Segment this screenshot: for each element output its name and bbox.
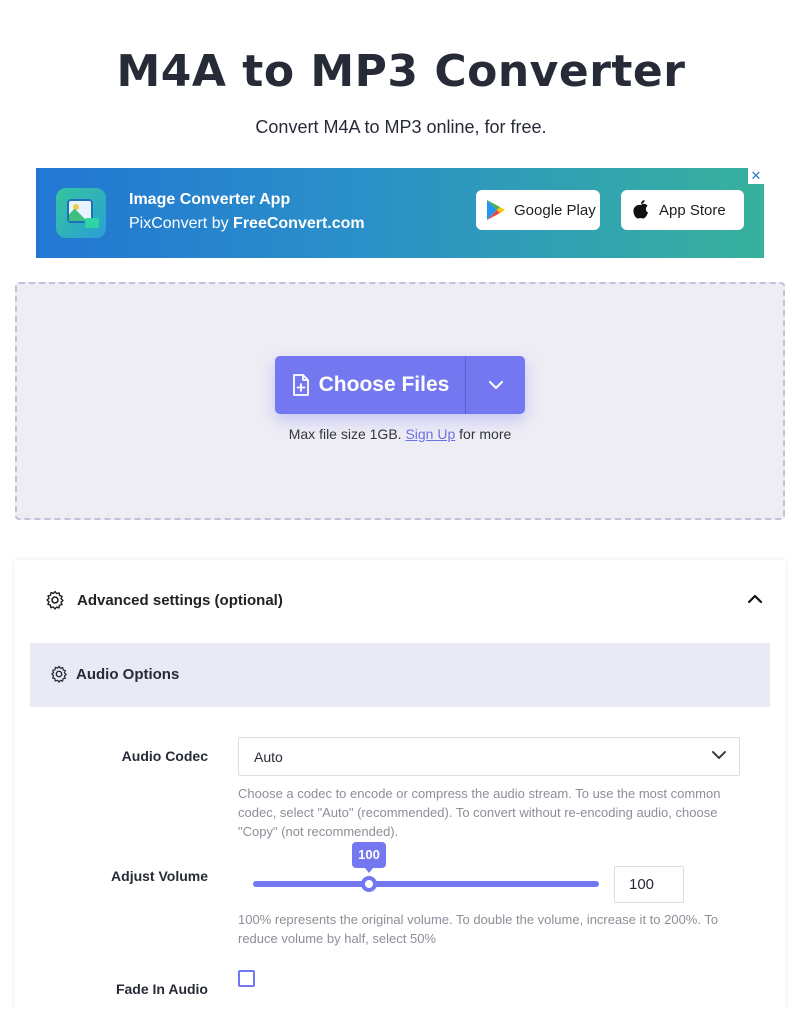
app-store-button[interactable]: App Store: [621, 190, 744, 230]
sign-up-link[interactable]: Sign Up: [405, 426, 455, 442]
ad-subtitle: PixConvert by FreeConvert.com: [129, 215, 365, 232]
choose-files-main[interactable]: Choose Files: [275, 356, 465, 414]
audio-codec-value: Auto: [254, 749, 283, 765]
volume-input[interactable]: 100: [614, 866, 684, 903]
volume-slider-handle[interactable]: [361, 876, 377, 892]
app-store-label: App Store: [659, 201, 726, 219]
advanced-settings-label: Advanced settings (optional): [77, 591, 283, 609]
google-play-icon: [487, 200, 505, 220]
choose-files-dropdown[interactable]: [466, 356, 525, 414]
file-dropzone[interactable]: Choose Files Max file size 1GB. Sign Up …: [15, 282, 785, 520]
audio-options-title: Audio Options: [76, 665, 180, 683]
gear-icon: [51, 665, 67, 683]
audio-codec-help: Choose a codec to encode or compress the…: [238, 786, 721, 839]
pixconvert-app-icon: [56, 188, 106, 238]
fade-in-audio-label: Fade In Audio: [115, 981, 208, 997]
chevron-up-icon[interactable]: [747, 594, 763, 604]
google-play-label: Google Play: [514, 201, 596, 219]
adjust-volume-label: Adjust Volume: [111, 868, 208, 884]
volume-slider-tooltip: 100: [352, 842, 386, 873]
volume-slider-track[interactable]: [253, 881, 599, 887]
file-plus-icon: [292, 374, 309, 396]
page-subtitle: Convert M4A to MP3 online, for free.: [255, 117, 547, 137]
chevron-down-icon: [488, 380, 503, 389]
audio-codec-label: Audio Codec: [121, 748, 208, 764]
fade-in-audio-checkbox[interactable]: [238, 970, 255, 987]
advanced-settings-panel: Advanced settings (optional) Audio Optio…: [15, 560, 785, 1009]
choose-files-button[interactable]: Choose Files: [275, 356, 525, 414]
ad-close-button[interactable]: ✕: [748, 168, 764, 184]
max-file-size-note: Max file size 1GB. Sign Up for more: [288, 426, 512, 442]
advanced-settings-header[interactable]: Advanced settings (optional): [45, 590, 283, 610]
adjust-volume-help: 100% represents the original volume. To …: [238, 912, 719, 946]
choose-files-label: Choose Files: [318, 373, 450, 396]
ad-title: Image Converter App: [129, 191, 291, 208]
chevron-down-icon: [712, 751, 726, 759]
page-title: M4A to MP3 Converter: [116, 46, 686, 97]
ad-banner[interactable]: Image Converter App PixConvert by FreeCo…: [36, 168, 764, 258]
audio-options-section-header: Audio Options: [30, 643, 770, 707]
apple-icon: [633, 200, 648, 219]
google-play-button[interactable]: Google Play: [476, 190, 600, 230]
audio-codec-select[interactable]: Auto: [238, 737, 740, 776]
gear-icon: [46, 590, 64, 610]
